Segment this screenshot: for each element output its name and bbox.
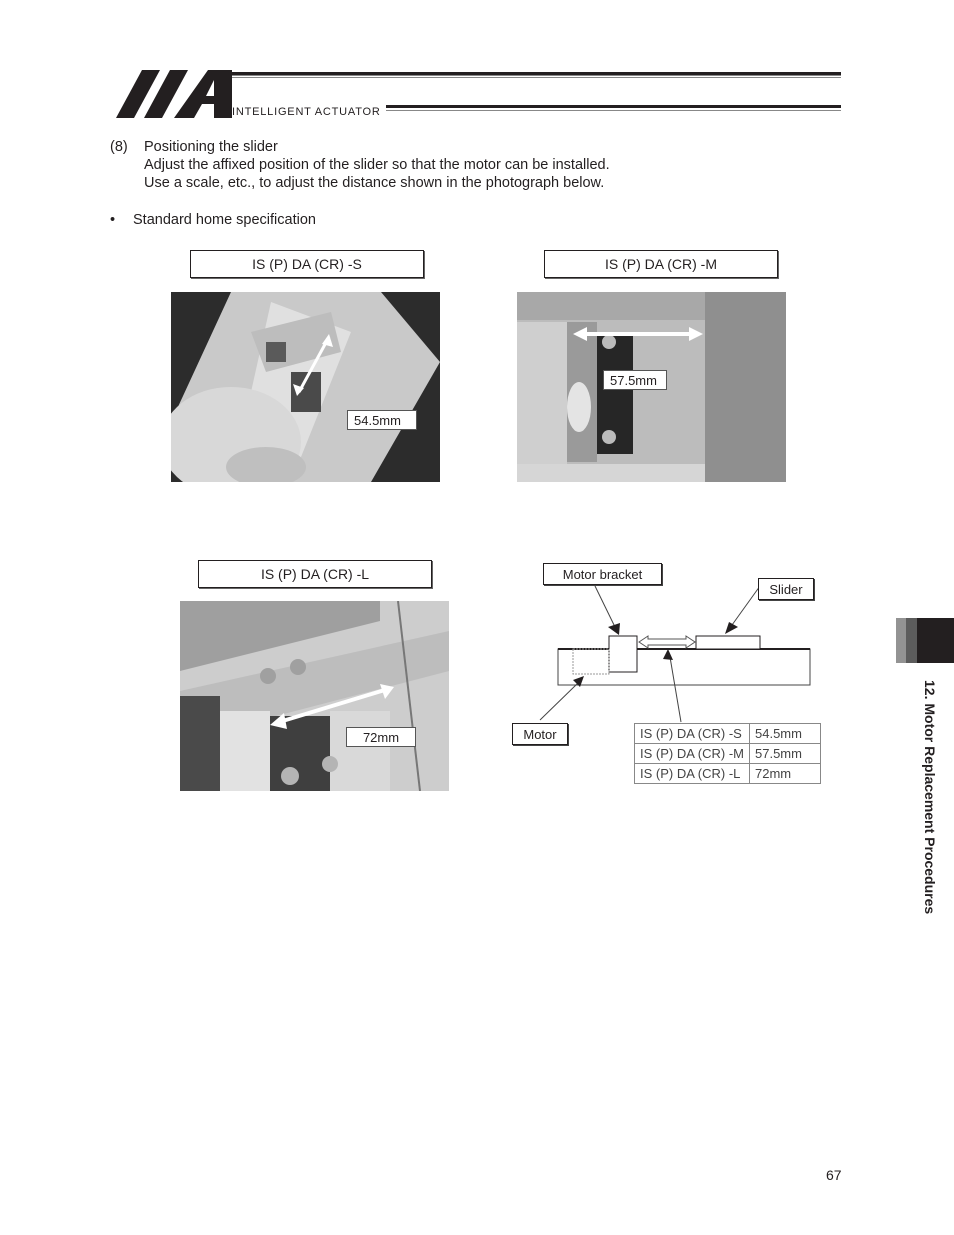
- slider-leader: [731, 585, 761, 626]
- motor-label: Motor: [512, 723, 568, 745]
- slider-label: Slider: [758, 578, 814, 600]
- section-title: Positioning the slider: [144, 139, 278, 155]
- photo-m: 57.5mm: [517, 292, 786, 482]
- motor-bracket-shape: [608, 635, 638, 673]
- photo-l: 72mm: [180, 601, 449, 791]
- side-tab-marker-light: [896, 618, 906, 663]
- photo-caption-m: IS (P) DA (CR) -M: [544, 250, 778, 278]
- table-model: IS (P) DA (CR) -M: [634, 743, 750, 764]
- brand-text: INTELLIGENT ACTUATOR: [232, 106, 381, 118]
- photo-m-measurement: 57.5mm: [603, 370, 667, 390]
- section-line-2: Use a scale, etc., to adjust the distanc…: [144, 175, 605, 191]
- bullet-icon: •: [110, 212, 116, 228]
- page-number: 67: [826, 1167, 842, 1183]
- motor-bracket-leader: [594, 585, 616, 628]
- section-line-1: Adjust the affixed position of the slide…: [144, 157, 610, 173]
- header-rule-lower: [386, 105, 841, 108]
- table-distance: 72mm: [749, 763, 821, 784]
- distance-arrow: [638, 635, 696, 649]
- slider-shape: [695, 635, 761, 650]
- side-tab-marker-mid: [906, 618, 917, 663]
- side-tab-marker-dark: [917, 618, 954, 663]
- header-rule-lower-thin: [386, 110, 841, 111]
- iai-logo-icon: [116, 70, 232, 118]
- header-rule: [232, 72, 841, 76]
- table-row: IS (P) DA (CR) -S 54.5mm: [634, 723, 821, 744]
- table-row: IS (P) DA (CR) -M 57.5mm: [634, 743, 821, 764]
- distance-table: IS (P) DA (CR) -S 54.5mm IS (P) DA (CR) …: [634, 723, 821, 784]
- table-row: IS (P) DA (CR) -L 72mm: [634, 763, 821, 784]
- table-model: IS (P) DA (CR) -S: [634, 723, 750, 744]
- photo-s: 54.5mm: [171, 292, 440, 482]
- section-number: (8): [110, 139, 128, 155]
- table-distance: 57.5mm: [749, 743, 821, 764]
- photo-s-measurement: 54.5mm: [347, 410, 417, 430]
- header-rule-thin: [232, 77, 841, 78]
- photo-caption-s: IS (P) DA (CR) -S: [190, 250, 424, 278]
- photo-l-measurement: 72mm: [346, 727, 416, 747]
- motor-leader: [539, 682, 579, 721]
- bullet-text: Standard home specification: [133, 212, 316, 228]
- actuator-body: [557, 648, 811, 686]
- photo-caption-l: IS (P) DA (CR) -L: [198, 560, 432, 588]
- side-tab-title: 12. Motor Replacement Procedures: [922, 680, 938, 915]
- table-model: IS (P) DA (CR) -L: [634, 763, 750, 784]
- table-distance: 54.5mm: [749, 723, 821, 744]
- motor-bracket-label: Motor bracket: [543, 563, 662, 585]
